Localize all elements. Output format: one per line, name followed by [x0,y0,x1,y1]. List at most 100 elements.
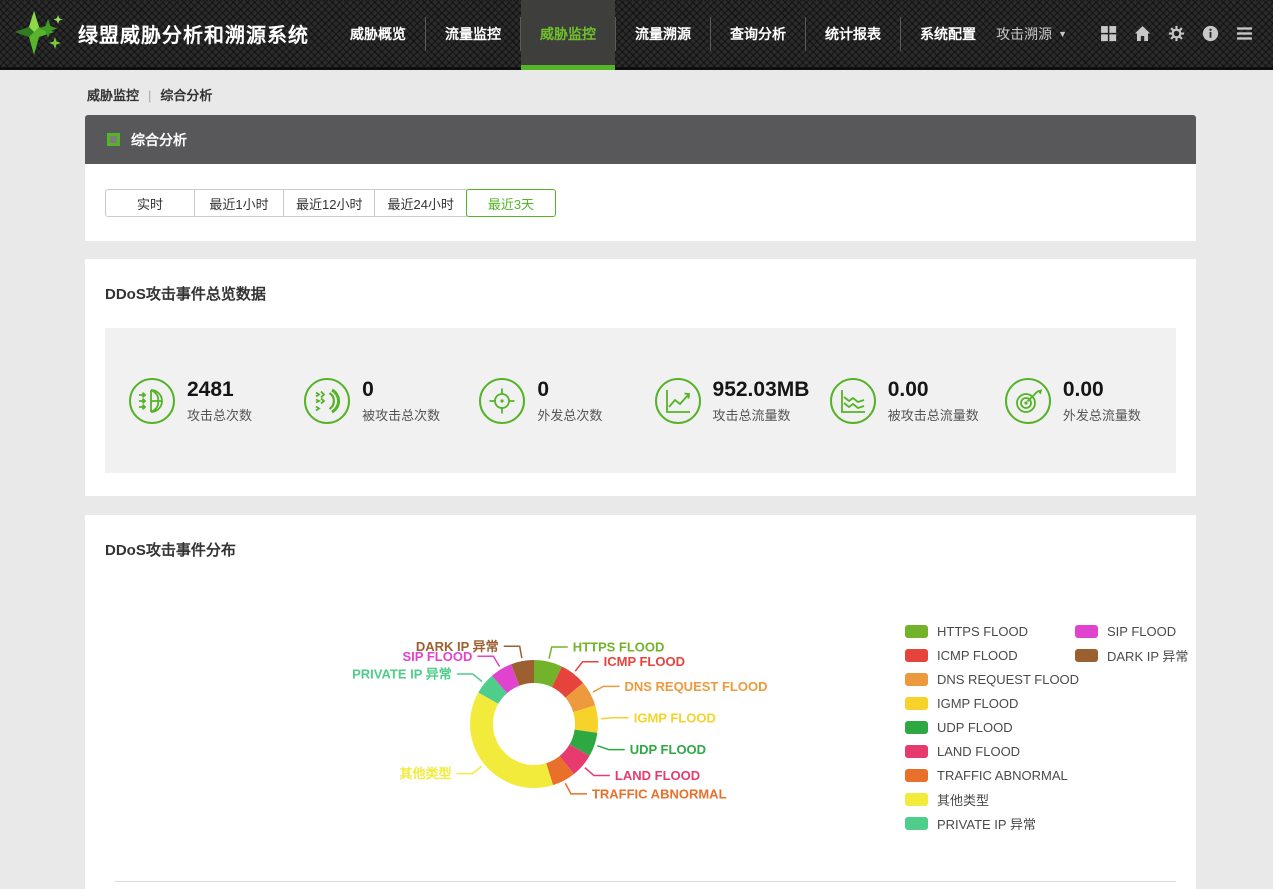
time-filter-button-最近12小时[interactable]: 最近12小时 [283,189,375,217]
attack-traffic-icon [655,378,701,424]
nav-item-查询分析[interactable]: 查询分析 [711,0,805,67]
stat-攻击总次数: 2481 攻击总次数 [115,378,290,424]
menu-icon[interactable] [1236,25,1253,42]
legend-label: DARK IP 异常 [1107,646,1188,665]
legend-color-chip [905,769,928,782]
stat-外发总流量数: 0.00 外发总流量数 [991,378,1166,424]
legend-item-land-flood[interactable]: LAND FLOOD [905,739,1075,763]
legend-item-其他类型[interactable]: 其他类型 [905,787,1075,811]
stat-value: 952.03MB [713,378,810,402]
label-line [504,646,522,658]
legend-item-igmp-flood[interactable]: IGMP FLOOD [905,691,1075,715]
legend-item-udp-flood[interactable]: UDP FLOOD [905,715,1075,739]
legend-label: IGMP FLOOD [937,696,1018,711]
top-navbar: 绿盟威胁分析和溯源系统 威胁概览流量监控威胁监控流量溯源查询分析统计报表系统配置… [0,0,1273,70]
legend-color-chip [905,745,928,758]
section-header-title: 综合分析 [131,130,187,150]
legend-label: SIP FLOOD [1107,624,1176,639]
attack-trace-dropdown[interactable]: 攻击溯源 ▼ [996,24,1067,44]
breadcrumb-separator: | [148,88,151,103]
info-icon[interactable] [1202,25,1219,42]
attacked-count-icon [304,378,350,424]
section-header: 综合分析 [85,115,1196,164]
legend-color-chip [905,673,928,686]
legend-item-icmp-flood[interactable]: ICMP FLOOD [905,643,1075,667]
stat-label: 攻击总次数 [187,405,252,424]
legend-label: 其他类型 [937,790,989,809]
home-icon[interactable] [1134,25,1151,42]
legend-column: SIP FLOOD DARK IP 异常 [1075,619,1245,835]
legend-item-private-ip-异常[interactable]: PRIVATE IP 异常 [905,811,1075,835]
legend-item-dns-request-flood[interactable]: DNS REQUEST FLOOD [905,667,1075,691]
ddos-overview-card: DDoS攻击事件总览数据 2481攻击总次数0被攻击总次数0外发总次数952.0… [85,259,1196,496]
stat-外发总次数: 0 外发总次数 [465,378,640,424]
stat-value: 0 [362,378,440,402]
outbound-count-icon [479,378,525,424]
label-line [549,647,568,659]
stat-text: 0.00被攻击总流量数 [888,378,979,424]
page-content: 威胁监控|综合分析 综合分析 实时最近1小时最近12小时最近24小时最近3天 D… [85,70,1196,889]
pie-label-igmp-flood: IGMP FLOOD [634,710,716,725]
pie-slice-其他类型[interactable] [470,692,553,788]
legend-label: TRAFFIC ABNORMAL [937,768,1068,783]
time-filter-button-实时[interactable]: 实时 [105,189,195,217]
time-filter-button-最近24小时[interactable]: 最近24小时 [374,189,466,217]
stat-text: 952.03MB 攻击总流量数 [713,378,810,424]
distribution-card-title: DDoS攻击事件分布 [105,539,236,560]
pie-label-private-ip-异常: PRIVATE IP 异常 [352,667,452,682]
legend-color-chip [905,721,928,734]
stat-value: 0.00 [1063,378,1141,402]
label-line [585,768,610,776]
stat-label: 外发总次数 [537,405,602,424]
label-line [477,656,499,666]
pie-label-其他类型: 其他类型 [399,766,451,781]
ddos-distribution-card: DDoS攻击事件分布 HTTPS FLOODICMP FLOODDNS REQU… [85,515,1196,889]
stat-label: 被攻击总流量数 [888,405,979,424]
legend-label: PRIVATE IP 异常 [937,814,1036,833]
overview-stats-panel: 2481攻击总次数0被攻击总次数0外发总次数952.03MB攻击总流量数0.00… [105,328,1176,473]
legend-item-https-flood[interactable]: HTTPS FLOOD [905,619,1075,643]
outbound-traffic-icon [1005,378,1051,424]
stat-text: 0被攻击总次数 [362,378,440,424]
stat-text: 0.00 外发总流量数 [1063,378,1141,424]
legend-column: HTTPS FLOOD ICMP FLOOD DNS REQUEST FLOOD IG… [905,619,1075,835]
label-line [597,746,624,750]
stat-label: 攻击总流量数 [713,405,810,424]
gear-icon[interactable] [1168,25,1185,42]
label-line [601,718,629,719]
legend-label: UDP FLOOD [937,720,1013,735]
legend-item-traffic-abnormal[interactable]: TRAFFIC ABNORMAL [905,763,1075,787]
nav-item-流量监控[interactable]: 流量监控 [426,0,520,67]
apps-grid-icon[interactable] [1100,25,1117,42]
pie-label-dark-ip-异常: DARK IP 异常 [416,639,499,654]
pie-label-dns-request-flood: DNS REQUEST FLOOD [624,679,767,694]
nav-item-统计报表[interactable]: 统计报表 [806,0,900,67]
stat-被攻击总流量数: 0.00被攻击总流量数 [816,378,991,424]
breadcrumb-item-威胁监控[interactable]: 威胁监控 [87,88,139,103]
stat-value: 0 [537,378,602,402]
nav-item-流量溯源[interactable]: 流量溯源 [616,0,710,67]
label-line [457,674,482,682]
stat-label: 外发总流量数 [1063,405,1141,424]
nav-item-威胁监控[interactable]: 威胁监控 [521,0,615,67]
navbar-icons [1083,25,1253,42]
time-filter-group: 实时最近1小时最近12小时最近24小时最近3天 [105,189,556,217]
legend-color-chip [905,793,928,806]
attack-count-icon [129,378,175,424]
time-filter-section: 实时最近1小时最近12小时最近24小时最近3天 [85,164,1196,241]
nav-item-威胁概览[interactable]: 威胁概览 [331,0,425,67]
legend-label: HTTPS FLOOD [937,624,1028,639]
legend-item-dark-ip-异常[interactable]: DARK IP 异常 [1075,643,1245,667]
pie-label-icmp-flood: ICMP FLOOD [604,654,685,669]
time-filter-button-最近3天[interactable]: 最近3天 [466,189,556,217]
legend-item-sip-flood[interactable]: SIP FLOOD [1075,619,1245,643]
nav-item-系统配置[interactable]: 系统配置 [901,0,995,67]
stat-value: 2481 [187,378,252,402]
legend-color-chip [905,625,928,638]
time-filter-button-最近1小时[interactable]: 最近1小时 [194,189,284,217]
attacked-traffic-icon [830,378,876,424]
legend-color-chip [905,649,928,662]
app-logo-icon [14,9,66,59]
legend-label: ICMP FLOOD [937,648,1018,663]
pie-label-https-flood: HTTPS FLOOD [573,640,665,655]
